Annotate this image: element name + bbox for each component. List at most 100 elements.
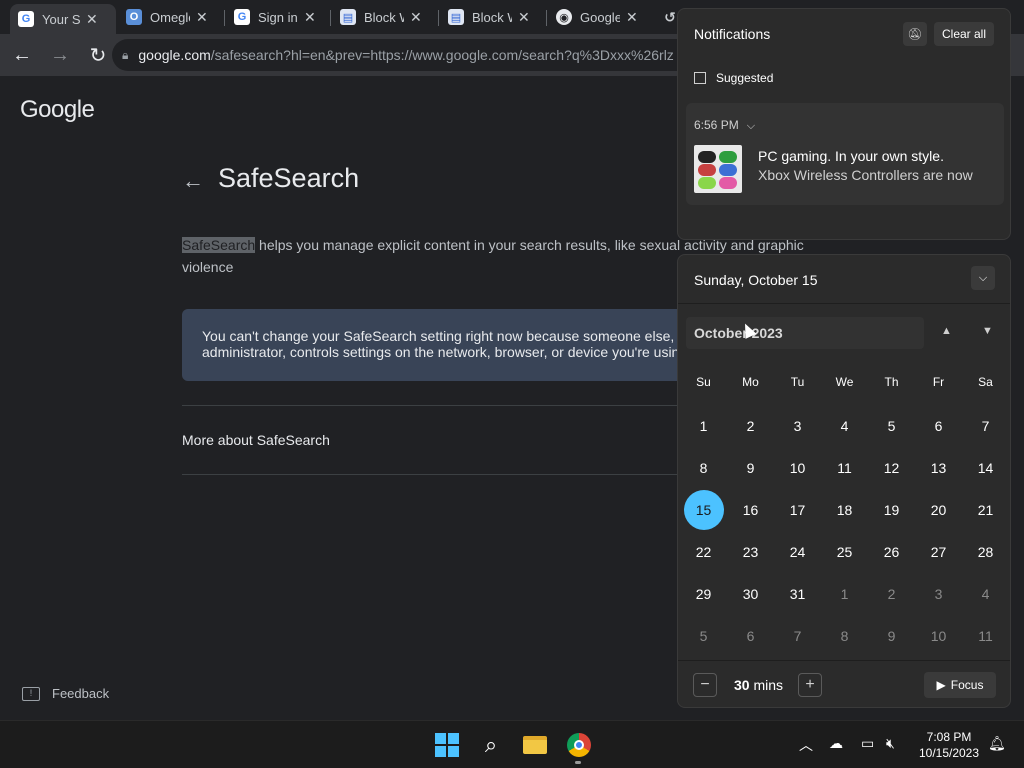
calendar-day-next-month[interactable]: 2 <box>868 574 915 614</box>
xbox-controllers-image <box>694 145 742 193</box>
collapse-calendar-button[interactable]: ⌵ <box>971 266 995 290</box>
focus-button[interactable]: ▶ Focus <box>924 672 996 698</box>
calendar-day[interactable]: 21 <box>962 490 1009 530</box>
calendar-day-next-month[interactable]: 5 <box>680 616 727 656</box>
google-chrome-icon: ◉ <box>556 9 572 25</box>
calendar-day[interactable]: 19 <box>868 490 915 530</box>
calendar-day[interactable]: 2 <box>727 406 774 446</box>
notice-line: administrator, controls settings on the … <box>202 344 680 360</box>
close-icon[interactable]: ✕ <box>626 9 638 26</box>
month-selector[interactable]: October 2023 <box>686 317 924 349</box>
file-explorer-icon[interactable] <box>522 732 548 758</box>
calendar-day[interactable]: 30 <box>727 574 774 614</box>
controller-shape <box>698 151 716 163</box>
search-icon[interactable]: ⌕ <box>478 732 504 758</box>
start-button[interactable] <box>434 732 460 758</box>
calendar-day[interactable]: 18 <box>821 490 868 530</box>
volume-muted-icon[interactable]: 🔇︎ <box>886 735 895 752</box>
close-icon[interactable]: ✕ <box>86 11 98 28</box>
calendar-day[interactable]: 16 <box>727 490 774 530</box>
notifications-bell-icon[interactable]: 🔔︎ <box>988 735 1006 752</box>
clear-all-button[interactable]: Clear all <box>934 22 994 46</box>
tab-block-websites[interactable]: ▤ Block Websites ✕ <box>332 4 436 30</box>
notification-center: Notifications 🔕︎ Clear all Suggested 6:5… <box>677 8 1011 240</box>
close-icon[interactable]: ✕ <box>196 9 208 26</box>
close-icon[interactable]: ✕ <box>518 9 530 26</box>
calendar-day-next-month[interactable]: 8 <box>821 616 868 656</box>
close-icon[interactable]: ✕ <box>304 9 316 26</box>
previous-month-arrow-icon[interactable]: ▲ <box>941 325 952 337</box>
weekday-label: Th <box>884 375 899 389</box>
calendar-day[interactable]: 1 <box>680 406 727 446</box>
controller-shape <box>719 177 737 189</box>
calendar-day[interactable]: 31 <box>774 574 821 614</box>
calendar-day[interactable]: 29 <box>680 574 727 614</box>
calendar-day-next-month[interactable]: 1 <box>821 574 868 614</box>
calendar-day[interactable]: 28 <box>962 532 1009 572</box>
reload-button[interactable]: ↻ <box>82 39 114 71</box>
feedback-button[interactable]: ! Feedback <box>22 686 109 701</box>
calendar-day[interactable]: 8 <box>680 448 727 488</box>
notifications-title: Notifications <box>694 26 771 42</box>
calendar-day[interactable]: 7 <box>962 406 1009 446</box>
notification-card[interactable]: 6:56 PM ⌵ PC gaming. In your own style. X… <box>686 103 1004 205</box>
calendar-day[interactable]: 17 <box>774 490 821 530</box>
chrome-icon[interactable] <box>566 732 592 758</box>
taskbar-clock[interactable]: 7:08 PM 10/15/2023 <box>916 729 982 761</box>
calendar-day[interactable]: 20 <box>915 490 962 530</box>
next-month-arrow-icon[interactable]: ▼ <box>982 325 993 337</box>
tab-google[interactable]: ◉ Google ✕ <box>548 4 652 30</box>
decrease-minutes-button[interactable]: − <box>693 673 717 697</box>
increase-minutes-button[interactable]: + <box>798 673 822 697</box>
forward-button[interactable]: → <box>44 39 76 71</box>
calendar-day[interactable]: 13 <box>915 448 962 488</box>
calendar-day[interactable]: 10 <box>774 448 821 488</box>
close-icon[interactable]: ✕ <box>410 9 422 26</box>
minus-icon: − <box>700 676 710 693</box>
tab-label: Block Websites <box>472 9 512 25</box>
calendar-day[interactable]: 25 <box>821 532 868 572</box>
google-logo[interactable]: Google <box>20 96 95 124</box>
onedrive-cloud-icon[interactable]: ☁ <box>829 735 843 752</box>
do-not-disturb-button[interactable]: 🔕︎ <box>903 22 927 46</box>
tab-history[interactable]: ↺ <box>654 4 678 30</box>
calendar-day-next-month[interactable]: 4 <box>962 574 1009 614</box>
calendar-week-row: 5 6 7 8 9 10 11 <box>680 615 1010 657</box>
chevron-down-icon: ⌵ <box>746 120 756 132</box>
calendar-day[interactable]: 22 <box>680 532 727 572</box>
calendar-day[interactable]: 4 <box>821 406 868 446</box>
back-button[interactable]: ← <box>6 39 38 71</box>
network-icon[interactable]: ▭ <box>861 735 874 752</box>
focus-session-bar: − 30 mins + ▶ Focus <box>678 660 1010 708</box>
tab-sign-in[interactable]: G Sign in ✕ <box>226 4 330 30</box>
calendar-day[interactable]: 9 <box>727 448 774 488</box>
play-icon: ▶ <box>936 678 946 692</box>
calendar-day-next-month[interactable]: 10 <box>915 616 962 656</box>
tab-safesearch[interactable]: G Your SafeSearch ✕ <box>10 4 116 34</box>
doc-icon: ▤ <box>448 9 464 25</box>
calendar-day[interactable]: 26 <box>868 532 915 572</box>
calendar-day[interactable]: 12 <box>868 448 915 488</box>
calendar-day[interactable]: 14 <box>962 448 1009 488</box>
show-hidden-icons-chevron-up-icon[interactable]: ︿ <box>799 735 813 755</box>
chrome-logo <box>567 733 591 757</box>
calendar-day[interactable]: 11 <box>821 448 868 488</box>
calendar-day-next-month[interactable]: 9 <box>868 616 915 656</box>
calendar-day[interactable]: 23 <box>727 532 774 572</box>
calendar-day-next-month[interactable]: 3 <box>915 574 962 614</box>
calendar-day-today[interactable]: 15 <box>680 490 727 530</box>
calendar-day[interactable]: 24 <box>774 532 821 572</box>
calendar-day[interactable]: 6 <box>915 406 962 446</box>
calendar-day-next-month[interactable]: 6 <box>727 616 774 656</box>
tab-block-websites-2[interactable]: ▤ Block Websites ✕ <box>440 4 544 30</box>
notification-time[interactable]: 6:56 PM ⌵ <box>694 118 755 133</box>
calendar-day-next-month[interactable]: 7 <box>774 616 821 656</box>
calendar-day[interactable]: 3 <box>774 406 821 446</box>
more-about-safesearch-link[interactable]: More about SafeSearch <box>182 432 330 448</box>
back-arrow-icon[interactable]: ← <box>182 168 204 194</box>
calendar-day[interactable]: 5 <box>868 406 915 446</box>
calendar-day[interactable]: 27 <box>915 532 962 572</box>
calendar-day-next-month[interactable]: 11 <box>962 616 1009 656</box>
tab-omegle[interactable]: O Omegle ✕ <box>118 4 222 30</box>
folder-shape <box>523 736 547 754</box>
